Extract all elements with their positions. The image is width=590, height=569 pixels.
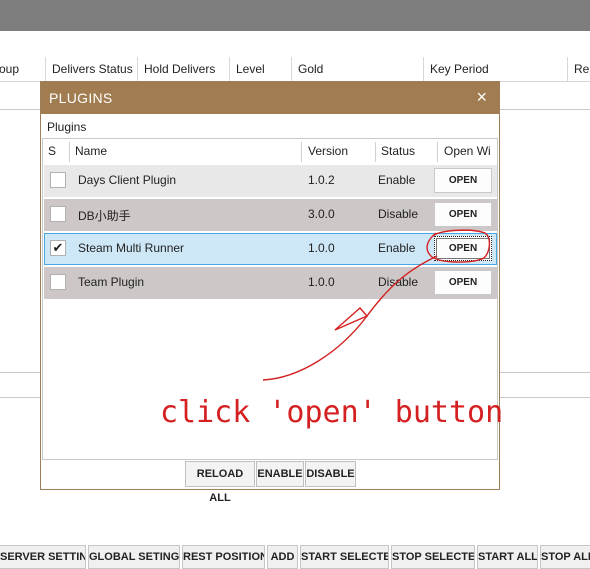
arrow-head-icon: [334, 307, 369, 331]
highlight-circle: [426, 229, 491, 263]
annotation-arrow-line: [262, 255, 438, 381]
annotation-overlay: click 'open' button: [160, 229, 503, 430]
annotation-text: click 'open' button: [160, 395, 503, 430]
